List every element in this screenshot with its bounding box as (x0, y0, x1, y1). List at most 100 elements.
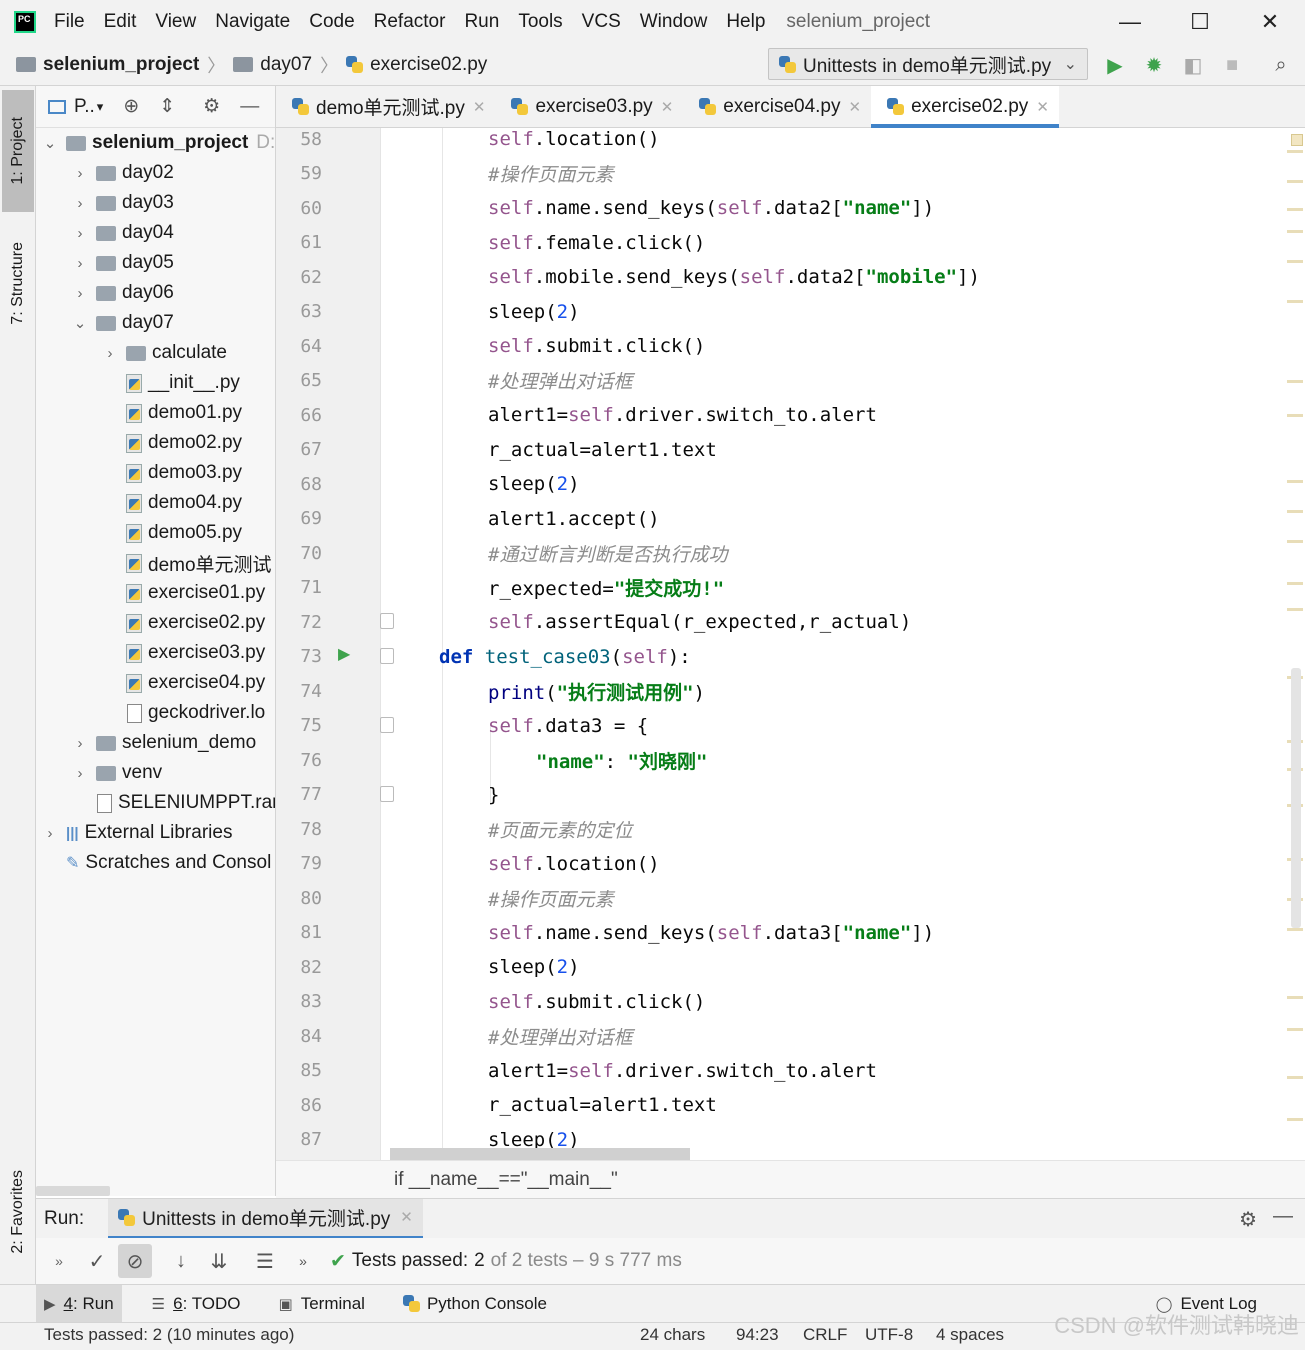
tree-item[interactable]: demo单元测试 (100, 548, 272, 578)
close-tab-icon[interactable]: ✕ (661, 98, 674, 116)
show-passed-icon[interactable]: ✓ (80, 1244, 114, 1278)
editor-tab-demo[interactable]: demo单元测试.py ✕ (276, 86, 495, 128)
code-line[interactable]: 59 #操作页面元素 (276, 157, 1276, 191)
tool-tab-structure[interactable]: 7: Structure (2, 222, 34, 344)
minimize-button[interactable]: — (1095, 0, 1165, 44)
code-line[interactable]: 86 r_actual=alert1.text (276, 1088, 1276, 1122)
code-line[interactable]: 61 self.female.click() (276, 226, 1276, 260)
code-line[interactable]: 69 alert1.accept() (276, 502, 1276, 536)
tree-item[interactable]: exercise04.py (100, 668, 265, 698)
run-tab[interactable]: Unittests in demo单元测试.py ✕ (108, 1198, 423, 1239)
tree-item[interactable]: SELENIUMPPT.rar (70, 788, 275, 818)
code-editor[interactable]: 58 self.location() 59 #操作页面元素 60 self.name.se… (276, 128, 1305, 1160)
code-line[interactable]: 58 self.location() (276, 128, 1276, 156)
status-indent[interactable]: 4 spaces (936, 1325, 1004, 1345)
menu-refactor[interactable]: Refactor (374, 11, 446, 33)
menu-view[interactable]: View (155, 11, 196, 33)
chevron-right-icon[interactable]: › (70, 195, 90, 212)
tree-item[interactable]: exercise02.py (100, 608, 265, 638)
sort-alphabetically-icon[interactable]: ↓ (164, 1244, 198, 1278)
code-line[interactable]: 62 self.mobile.send_keys(self.data2["mobi… (276, 260, 1276, 294)
tree-item[interactable]: demo01.py (100, 398, 242, 428)
tree-item[interactable]: demo03.py (100, 458, 242, 488)
tool-python-console[interactable]: Python Console (395, 1285, 555, 1323)
error-stripe[interactable] (1285, 128, 1305, 1160)
code-line[interactable]: 71 r_expected="提交成功!" (276, 571, 1276, 605)
tree-item[interactable]: ⌄ selenium_project D: (40, 128, 275, 158)
menu-code[interactable]: Code (309, 11, 354, 33)
code-breadcrumb[interactable]: if __name__=="__main__" (276, 1160, 1305, 1198)
code-line[interactable]: 60 self.name.send_keys(self.data2["name"]… (276, 191, 1276, 225)
menu-tools[interactable]: Tools (518, 11, 562, 33)
expand-toolbar-icon[interactable]: » (42, 1244, 76, 1278)
menu-edit[interactable]: Edit (104, 11, 137, 33)
tree-item[interactable]: demo02.py (100, 428, 242, 458)
tool-todo[interactable]: ☰ 6 : TODO (144, 1285, 249, 1323)
close-window-button[interactable]: ✕ (1235, 0, 1305, 44)
tool-tab-favorites[interactable]: 2: Favorites (2, 1150, 34, 1274)
chevron-right-icon[interactable]: › (100, 345, 120, 362)
chevron-right-icon[interactable]: › (70, 165, 90, 182)
chevron-right-icon[interactable]: › (70, 255, 90, 272)
tree-item[interactable]: demo04.py (100, 488, 242, 518)
maximize-button[interactable]: ☐ (1165, 0, 1235, 44)
code-line[interactable]: 66 alert1=self.driver.switch_to.alert (276, 398, 1276, 432)
debug-icon[interactable]: ✹ (1141, 52, 1167, 78)
code-line[interactable]: 64 self.submit.click() (276, 329, 1276, 363)
tree-item[interactable]: › day05 (70, 248, 174, 278)
tree-item[interactable]: demo05.py (100, 518, 242, 548)
hide-panel-icon[interactable]: — (1273, 1205, 1293, 1228)
coverage-icon[interactable]: ◧ (1180, 52, 1206, 78)
menu-navigate[interactable]: Navigate (215, 11, 290, 33)
fold-marker-icon[interactable] (380, 716, 394, 733)
editor-tab-exercise03[interactable]: exercise03.py ✕ (495, 86, 683, 128)
code-line[interactable]: 84 #处理弹出对话框 (276, 1019, 1276, 1053)
code-line[interactable]: 83 self.submit.click() (276, 985, 1276, 1019)
tree-item[interactable]: ⌄ day07 (70, 308, 174, 338)
close-tab-icon[interactable]: ✕ (849, 98, 862, 116)
close-tab-icon[interactable]: ✕ (1036, 98, 1049, 116)
code-line[interactable]: 68 sleep(2) (276, 467, 1276, 501)
run-configuration-select[interactable]: Unittests in demo单元测试.py ⌄ (768, 48, 1088, 80)
code-line[interactable]: 72 self.assertEqual(r_expected,r_actual) (276, 605, 1276, 639)
code-line[interactable]: 75 self.data3 = { (276, 709, 1276, 743)
code-line[interactable]: 67 r_actual=alert1.text (276, 433, 1276, 467)
menu-run[interactable]: Run (464, 11, 499, 33)
code-line[interactable]: 77} (276, 778, 1276, 812)
tool-terminal[interactable]: ▣ Terminal (271, 1285, 373, 1323)
menu-help[interactable]: Help (726, 11, 765, 33)
chevron-down-icon[interactable]: ⌄ (40, 134, 60, 152)
locate-icon[interactable]: ⊕ (123, 95, 139, 118)
tree-item[interactable]: geckodriver.lo (100, 698, 265, 728)
status-message[interactable]: Tests passed: 2 (10 minutes ago) (44, 1325, 294, 1345)
breadcrumb-project[interactable]: selenium_project 〉 (16, 52, 225, 78)
close-tab-icon[interactable]: ✕ (473, 98, 486, 116)
code-line[interactable]: 74 print("执行测试用例") (276, 674, 1276, 708)
code-line[interactable]: 63 sleep(2) (276, 295, 1276, 329)
code-line[interactable]: 82 sleep(2) (276, 950, 1276, 984)
chevron-right-icon[interactable]: › (70, 225, 90, 242)
expand-all-icon[interactable]: ☰ (248, 1244, 282, 1278)
run-icon[interactable]: ▶ (1102, 52, 1128, 78)
chevron-right-icon[interactable]: › (70, 285, 90, 302)
tree-item[interactable]: › day03 (70, 188, 174, 218)
code-line[interactable]: 85 alert1=self.driver.switch_to.alert (276, 1054, 1276, 1088)
fold-marker-icon[interactable] (380, 785, 394, 802)
run-test-icon[interactable]: ▶ (338, 644, 350, 664)
project-view-select[interactable]: P.. (74, 96, 95, 118)
chevron-right-icon[interactable]: › (70, 735, 90, 752)
fold-marker-icon[interactable] (380, 613, 394, 629)
horizontal-scrollbar[interactable] (36, 1186, 110, 1196)
editor-tab-exercise04[interactable]: exercise04.py ✕ (683, 86, 871, 128)
chevron-down-icon[interactable]: ⌄ (70, 314, 90, 332)
code-line[interactable]: 78 #页面元素的定位 (276, 812, 1276, 846)
tree-item[interactable]: exercise01.py (100, 578, 265, 608)
chevron-right-icon[interactable]: › (70, 765, 90, 782)
menu-file[interactable]: File (54, 11, 85, 33)
tree-item[interactable]: › day02 (70, 158, 174, 188)
fold-marker-icon[interactable] (380, 647, 394, 664)
breadcrumb-file[interactable]: exercise02.py (346, 54, 487, 76)
tool-tab-project[interactable]: 1: Project (2, 90, 34, 212)
menu-window[interactable]: Window (640, 11, 708, 33)
gear-icon[interactable]: ⚙ (1239, 1207, 1257, 1232)
